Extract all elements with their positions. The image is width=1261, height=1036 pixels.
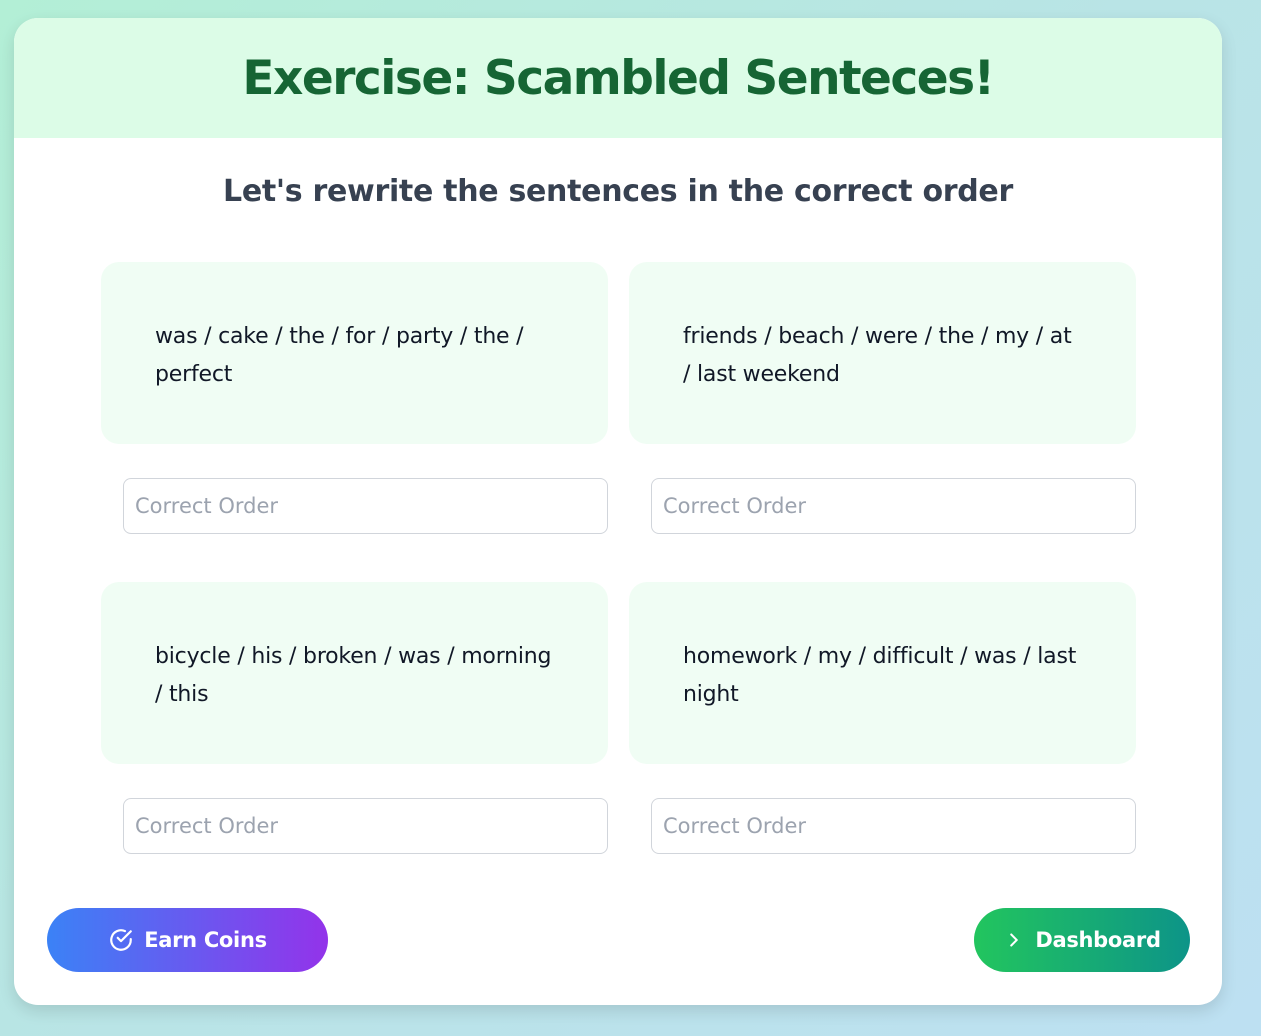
dashboard-label: Dashboard <box>1035 928 1161 952</box>
answer-wrapper <box>629 478 1136 534</box>
exercise-card: Exercise: Scambled Senteces! Let's rewri… <box>14 18 1222 1005</box>
scrambled-sentence-box: bicycle / his / broken / was / morning /… <box>101 582 608 764</box>
scrambled-sentence: was / cake / the / for / party / the / p… <box>155 324 524 387</box>
answer-wrapper <box>629 798 1136 854</box>
correct-order-input-3[interactable] <box>123 798 608 854</box>
answer-wrapper <box>101 478 608 534</box>
correct-order-input-1[interactable] <box>123 478 608 534</box>
scrambled-sentence: friends / beach / were / the / my / at /… <box>683 324 1072 387</box>
scrambled-sentence: homework / my / difficult / was / last n… <box>683 644 1077 707</box>
chevron-right-icon <box>1003 929 1025 951</box>
correct-order-input-2[interactable] <box>651 478 1136 534</box>
exercise-header: Exercise: Scambled Senteces! <box>14 18 1222 138</box>
exercise-item-1: was / cake / the / for / party / the / p… <box>101 262 608 582</box>
exercise-item-2: friends / beach / were / the / my / at /… <box>629 262 1136 582</box>
scrambled-sentence-box: was / cake / the / for / party / the / p… <box>101 262 608 444</box>
check-circle-icon <box>108 927 134 953</box>
exercise-grid: was / cake / the / for / party / the / p… <box>101 262 1136 902</box>
scrambled-sentence-box: homework / my / difficult / was / last n… <box>629 582 1136 764</box>
earn-coins-label: Earn Coins <box>144 928 267 952</box>
dashboard-button[interactable]: Dashboard <box>974 908 1190 972</box>
scrambled-sentence: bicycle / his / broken / was / morning /… <box>155 644 552 707</box>
page-title: Exercise: Scambled Senteces! <box>242 50 995 106</box>
instruction-text: Let's rewrite the sentences in the corre… <box>223 174 1013 209</box>
exercise-item-3: bicycle / his / broken / was / morning /… <box>101 582 608 902</box>
scrambled-sentence-box: friends / beach / were / the / my / at /… <box>629 262 1136 444</box>
correct-order-input-4[interactable] <box>651 798 1136 854</box>
exercise-item-4: homework / my / difficult / was / last n… <box>629 582 1136 902</box>
earn-coins-button[interactable]: Earn Coins <box>47 908 328 972</box>
answer-wrapper <box>101 798 608 854</box>
